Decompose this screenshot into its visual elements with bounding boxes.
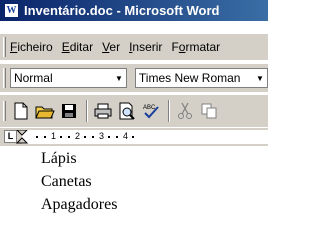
new-document-icon[interactable]: [10, 100, 32, 122]
document-line: Apagadores: [41, 196, 118, 213]
horizontal-ruler[interactable]: 1 2 3 4: [16, 130, 268, 144]
standard-toolbar: ABC: [0, 94, 268, 127]
menu-editar[interactable]: Editar: [62, 40, 93, 54]
ruler-tick: [36, 136, 38, 138]
save-disk-icon[interactable]: [58, 100, 80, 122]
document-area[interactable]: Lápis Canetas Apagadores: [0, 146, 268, 251]
menu-inserir[interactable]: Inserir: [129, 40, 162, 54]
ruler-tick: [116, 136, 118, 138]
menu-ficheiro[interactable]: Ficheiro: [10, 40, 53, 54]
ruler-tick: [44, 136, 46, 138]
ruler-number: 3: [99, 131, 105, 141]
menu-ver[interactable]: Ver: [102, 40, 120, 54]
word-doc-icon[interactable]: W: [4, 3, 19, 18]
document-line: Lápis: [41, 150, 77, 167]
font-dropdown[interactable]: Times New Roman ▼: [134, 68, 268, 88]
print-icon[interactable]: [92, 100, 114, 122]
style-value: Normal: [13, 71, 53, 85]
formatting-grip[interactable]: [3, 68, 6, 88]
ruler-tick: [132, 136, 134, 138]
document-line: Canetas: [41, 173, 92, 190]
spelling-check-icon[interactable]: ABC: [140, 100, 162, 122]
chevron-down-icon[interactable]: ▼: [253, 69, 267, 87]
print-preview-icon[interactable]: [116, 100, 138, 122]
toolbar-separator: [86, 100, 88, 122]
ruler-tick: [68, 136, 70, 138]
ruler-number: 2: [75, 131, 81, 141]
chevron-down-icon[interactable]: ▼: [112, 69, 126, 87]
menu-bar: Ficheiro Editar Ver Inserir Formatar: [0, 34, 268, 60]
cut-icon[interactable]: [174, 100, 196, 122]
ruler-bar: L 1 2 3 4: [0, 128, 268, 146]
title-bar: W Inventário.doc - Microsoft Word: [0, 0, 268, 21]
menu-formatar[interactable]: Formatar: [171, 40, 220, 54]
indent-marker-icon[interactable]: [16, 130, 30, 144]
ruler-tick: [92, 136, 94, 138]
menubar-grip[interactable]: [3, 37, 6, 57]
toolbar-separator: [168, 100, 170, 122]
font-value: Times New Roman: [138, 71, 241, 85]
formatting-toolbar: Normal ▼ Times New Roman ▼: [0, 63, 268, 92]
ruler-tick: [84, 136, 86, 138]
copy-icon[interactable]: [198, 100, 220, 122]
standard-grip[interactable]: [3, 101, 6, 121]
ruler-tick: [108, 136, 110, 138]
open-folder-icon[interactable]: [34, 100, 56, 122]
ruler-tick: [60, 136, 62, 138]
style-dropdown[interactable]: Normal ▼: [9, 68, 127, 88]
ruler-number: 1: [51, 131, 57, 141]
window-title: Inventário.doc - Microsoft Word: [24, 3, 220, 18]
ruler-number: 4: [123, 131, 129, 141]
